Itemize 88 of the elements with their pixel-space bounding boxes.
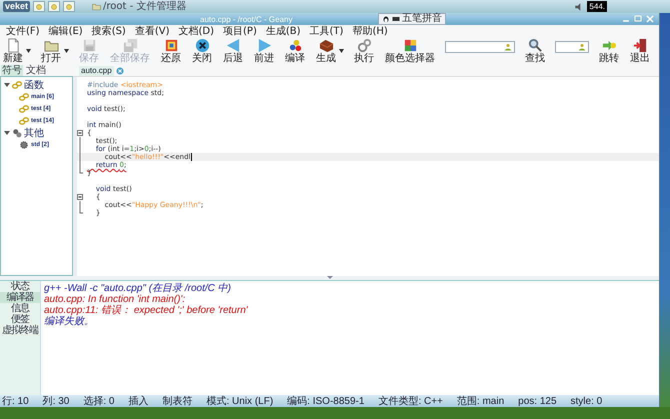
person-icon: [578, 43, 586, 51]
status-item: style: 0: [570, 396, 602, 406]
toolbar-button[interactable]: 执行: [353, 38, 375, 64]
tab-close-icon[interactable]: [116, 66, 124, 74]
panel-tab[interactable]: 便签: [0, 314, 40, 325]
chain-link-icon: [19, 104, 29, 114]
editor-tab[interactable]: auto.cpp: [79, 66, 114, 76]
menu-item[interactable]: 查看(V): [134, 26, 170, 36]
sidebar-tab[interactable]: 文档: [25, 65, 47, 76]
toolbar-button[interactable]: 编译: [284, 38, 306, 64]
status-item: 列: 30: [42, 396, 70, 406]
toolbar-button[interactable]: 退出: [629, 38, 651, 64]
floppy-disks-icon: [122, 38, 138, 53]
palette-tile-icon: [164, 38, 178, 53]
expander-icon[interactable]: [4, 130, 10, 136]
status-item: 文件类型: C++: [378, 396, 443, 406]
menu-item[interactable]: 文件(F): [6, 26, 40, 36]
panel-tab[interactable]: 信息: [0, 303, 40, 314]
input-method-label[interactable]: 五笔拼音: [402, 14, 442, 24]
brick-icon: [318, 38, 334, 53]
status-item: 模式: Unix (LF): [206, 396, 274, 406]
toolbar-button[interactable]: 前进: [253, 38, 275, 64]
menu-item[interactable]: 编辑(E): [48, 26, 83, 36]
gears-icon: [356, 38, 372, 53]
dropdown-caret-icon[interactable]: [26, 49, 31, 53]
menu-item[interactable]: 工具(T): [310, 26, 344, 36]
arrow-bulb-icon: [602, 38, 616, 53]
dropdown-caret-icon[interactable]: [64, 49, 69, 53]
status-item: 行: 10: [2, 396, 29, 406]
toolbar-button[interactable]: 还原: [160, 38, 182, 64]
folder-icon: [92, 2, 102, 11]
panel-tab[interactable]: 编译器: [0, 292, 40, 303]
search-icon: [528, 38, 542, 53]
chain-link-icon: [12, 80, 22, 90]
color-grid-icon: [402, 38, 418, 53]
text-cursor: [190, 153, 192, 161]
penguin-icon[interactable]: [382, 15, 390, 23]
status-item: 编码: ISO-8859-1: [287, 396, 364, 406]
dropdown-caret-icon[interactable]: [339, 49, 344, 53]
status-item: pos: 125: [518, 396, 557, 406]
back-arrow-icon: [226, 38, 240, 53]
menu-item[interactable]: 文档(D): [178, 26, 214, 36]
close-icon: [194, 38, 210, 53]
toolbar-button[interactable]: 打开: [40, 38, 62, 64]
toolbar-button[interactable]: 关闭: [191, 38, 213, 64]
menu-item[interactable]: 搜索(S): [92, 26, 126, 36]
chain-link-icon: [19, 116, 29, 126]
gears-icon: [12, 128, 22, 138]
chain-link-icon: [19, 92, 29, 102]
panel-tab[interactable]: 虚拟终端: [0, 325, 40, 336]
toolbar-button[interactable]: 查找: [524, 38, 546, 64]
toolbar-button[interactable]: 生成: [315, 38, 337, 64]
logo[interactable]: veket: [3, 1, 30, 12]
gear-icon: [19, 140, 29, 150]
compiler-message: auto.cpp: In function 'int main()':: [44, 294, 186, 305]
person-icon: [504, 43, 512, 51]
window-title: auto.cpp - /root/C - Geany: [200, 14, 292, 24]
menu-item[interactable]: 生成(B): [266, 26, 301, 36]
toolbar-button[interactable]: 跳转: [598, 38, 620, 64]
expander-icon[interactable]: [4, 82, 10, 88]
status-item: 插入: [128, 396, 148, 406]
tree-group-label[interactable]: 其他: [24, 126, 44, 140]
sidebar-tab[interactable]: 符号: [1, 65, 23, 76]
compiler-message: g++ -Wall -c "auto.cpp" (在目录 /root/C 中): [44, 283, 232, 294]
toolbar-input-field[interactable]: [445, 41, 515, 53]
tray-clock: 544.: [587, 1, 607, 12]
forward-arrow-icon: [256, 38, 272, 53]
document-icon: [6, 38, 20, 53]
toolbar-button[interactable]: 后退: [222, 38, 244, 64]
fold-toggle-icon[interactable]: [77, 129, 83, 137]
keyboard-icon[interactable]: [392, 15, 400, 23]
status-item: 范围: main: [456, 396, 504, 406]
compiler-message: 编译失败。: [44, 316, 95, 327]
menu-item[interactable]: 项目(P): [223, 26, 257, 36]
tree-group-label[interactable]: 函数: [24, 78, 44, 92]
toolbar-input-field[interactable]: [555, 41, 589, 53]
panel-tab[interactable]: 状态: [0, 281, 40, 292]
toolbar-button[interactable]: 颜色选择器: [384, 38, 436, 64]
taskbar-task[interactable]: /root - 文件管理器: [88, 1, 190, 12]
fold-toggle-icon[interactable]: [77, 193, 83, 201]
exit-door-icon: [632, 38, 648, 53]
menu-item[interactable]: 帮助(H): [352, 26, 388, 36]
status-item: 制表符: [162, 396, 192, 406]
status-item: 选择: 0: [83, 396, 114, 406]
colored-dots-icon: [288, 38, 302, 53]
toolbar-button[interactable]: 新建: [2, 38, 24, 64]
compiler-message: auto.cpp:11: 错误： expected ';' before 'return': [44, 305, 248, 316]
fold-line-icon: [77, 201, 83, 209]
